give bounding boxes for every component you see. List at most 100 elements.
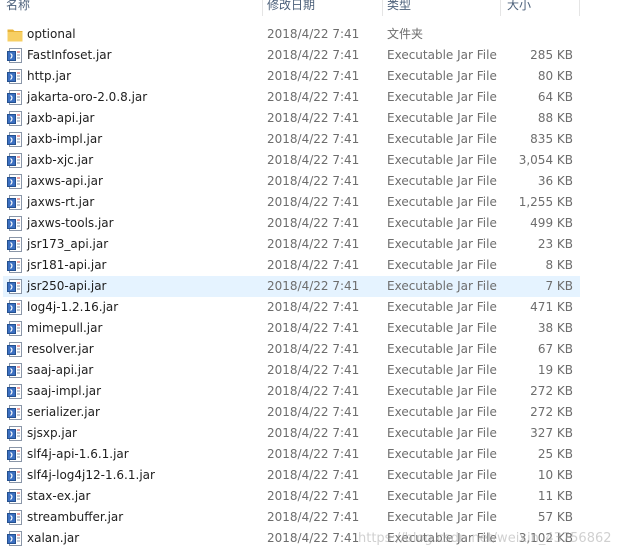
file-type: Executable Jar File — [387, 300, 497, 314]
file-row[interactable]: jsr250-api.jar 2018/4/22 7:41 Executable J… — [0, 276, 629, 297]
file-date-modified: 2018/4/22 7:41 — [267, 195, 360, 209]
file-size: 3,102 KB — [518, 531, 573, 545]
file-row[interactable]: jsr173_api.jar 2018/4/22 7:41 Executable J… — [0, 234, 629, 255]
file-type: Executable Jar File — [387, 132, 497, 146]
folder-icon — [7, 27, 23, 42]
jar-icon — [7, 468, 23, 483]
column-header-size[interactable]: 大小 — [507, 0, 577, 16]
file-date-modified: 2018/4/22 7:41 — [267, 489, 360, 503]
jar-icon — [7, 510, 23, 525]
file-row[interactable]: jaxws-api.jar 2018/4/22 7:41 Executable Ja… — [0, 171, 629, 192]
file-type: Executable Jar File — [387, 69, 497, 83]
file-row[interactable]: FastInfoset.jar 2018/4/22 7:41 Executable … — [0, 45, 629, 66]
jar-icon — [7, 405, 23, 420]
file-date-modified: 2018/4/22 7:41 — [267, 237, 360, 251]
jar-icon — [7, 321, 23, 336]
file-row[interactable]: saaj-api.jar 2018/4/22 7:41 Executable Jar… — [0, 360, 629, 381]
column-header-date[interactable]: 修改日期 — [267, 0, 377, 16]
file-row[interactable]: streambuffer.jar 2018/4/22 7:41 Executable… — [0, 507, 629, 528]
file-name: jsr181-api.jar — [27, 258, 107, 272]
file-type: Executable Jar File — [387, 195, 497, 209]
file-type: Executable Jar File — [387, 48, 497, 62]
file-date-modified: 2018/4/22 7:41 — [267, 69, 360, 83]
file-date-modified: 2018/4/22 7:41 — [267, 468, 360, 482]
file-type: Executable Jar File — [387, 531, 497, 545]
file-date-modified: 2018/4/22 7:41 — [267, 27, 360, 41]
file-name: slf4j-api-1.6.1.jar — [27, 447, 129, 461]
file-name: saaj-api.jar — [27, 363, 94, 377]
file-size: 499 KB — [530, 216, 573, 230]
file-row[interactable]: jaxb-impl.jar 2018/4/22 7:41 Executable Ja… — [0, 129, 629, 150]
file-row[interactable]: jaxws-tools.jar 2018/4/22 7:41 Executable … — [0, 213, 629, 234]
file-type: Executable Jar File — [387, 342, 497, 356]
jar-icon — [7, 90, 23, 105]
file-size: 80 KB — [537, 69, 573, 83]
file-name: sjsxp.jar — [27, 426, 77, 440]
jar-icon — [7, 132, 23, 147]
file-date-modified: 2018/4/22 7:41 — [267, 258, 360, 272]
file-size: 835 KB — [530, 132, 573, 146]
jar-icon — [7, 237, 23, 252]
file-name: streambuffer.jar — [27, 510, 124, 524]
file-size: 1,255 KB — [518, 195, 573, 209]
file-name: http.jar — [27, 69, 72, 83]
file-row[interactable]: jaxws-rt.jar 2018/4/22 7:41 Executable Jar… — [0, 192, 629, 213]
file-size: 57 KB — [537, 510, 573, 524]
file-row[interactable]: jaxb-api.jar 2018/4/22 7:41 Executable Jar… — [0, 108, 629, 129]
file-row[interactable]: jaxb-xjc.jar 2018/4/22 7:41 Executable Jar… — [0, 150, 629, 171]
file-type: Executable Jar File — [387, 111, 497, 125]
file-size: 10 KB — [537, 468, 573, 482]
file-name: resolver.jar — [27, 342, 94, 356]
column-header-name[interactable]: 名称 — [6, 0, 246, 16]
jar-icon — [7, 153, 23, 168]
file-row[interactable]: log4j-1.2.16.jar 2018/4/22 7:41 Executable… — [0, 297, 629, 318]
file-row[interactable]: optional 2018/4/22 7:41 文件夹 — [0, 24, 629, 45]
file-row[interactable]: mimepull.jar 2018/4/22 7:41 Executable Jar… — [0, 318, 629, 339]
file-date-modified: 2018/4/22 7:41 — [267, 153, 360, 167]
file-size: 19 KB — [537, 363, 573, 377]
file-list: optional 2018/4/22 7:41 文件夹 FastInfoset.jar… — [0, 24, 629, 549]
file-date-modified: 2018/4/22 7:41 — [267, 300, 360, 314]
file-row[interactable]: xalan.jar 2018/4/22 7:41 Executable Jar Fi… — [0, 528, 629, 549]
jar-icon — [7, 174, 23, 189]
file-row[interactable]: resolver.jar 2018/4/22 7:41 Executable Jar… — [0, 339, 629, 360]
file-type: Executable Jar File — [387, 174, 497, 188]
file-size: 272 KB — [530, 405, 573, 419]
column-header-bar: 名称 修改日期 类型 大小 — [0, 0, 629, 16]
file-row[interactable]: slf4j-log4j12-1.6.1.jar 2018/4/22 7:41 Exe… — [0, 465, 629, 486]
file-row[interactable]: serializer.jar 2018/4/22 7:41 Executable J… — [0, 402, 629, 423]
file-size: 285 KB — [530, 48, 573, 62]
file-date-modified: 2018/4/22 7:41 — [267, 342, 360, 356]
file-type: Executable Jar File — [387, 216, 497, 230]
jar-icon — [7, 447, 23, 462]
file-row[interactable]: http.jar 2018/4/22 7:41 Executable Jar Fil… — [0, 66, 629, 87]
file-name: jsr173_api.jar — [27, 237, 109, 251]
file-row[interactable]: jsr181-api.jar 2018/4/22 7:41 Executable J… — [0, 255, 629, 276]
file-name: jaxws-rt.jar — [27, 195, 95, 209]
jar-icon — [7, 216, 23, 231]
jar-icon — [7, 384, 23, 399]
file-type: Executable Jar File — [387, 321, 497, 335]
column-divider[interactable] — [579, 0, 580, 16]
file-row[interactable]: slf4j-api-1.6.1.jar 2018/4/22 7:41 Executa… — [0, 444, 629, 465]
file-row[interactable]: sjsxp.jar 2018/4/22 7:41 Executable Jar Fi… — [0, 423, 629, 444]
column-divider[interactable] — [262, 0, 263, 16]
file-row[interactable]: jakarta-oro-2.0.8.jar 2018/4/22 7:41 Execu… — [0, 87, 629, 108]
file-size: 23 KB — [537, 237, 573, 251]
column-divider[interactable] — [382, 0, 383, 16]
jar-icon — [7, 48, 23, 63]
file-row[interactable]: stax-ex.jar 2018/4/22 7:41 Executable Jar … — [0, 486, 629, 507]
file-size: 327 KB — [530, 426, 573, 440]
file-type: Executable Jar File — [387, 90, 497, 104]
column-divider[interactable] — [500, 0, 501, 16]
file-type: Executable Jar File — [387, 279, 497, 293]
file-name: jaxb-api.jar — [27, 111, 95, 125]
jar-icon — [7, 279, 23, 294]
file-size: 88 KB — [537, 111, 573, 125]
file-type: Executable Jar File — [387, 447, 497, 461]
jar-icon — [7, 489, 23, 504]
column-header-type[interactable]: 类型 — [387, 0, 495, 16]
file-size: 64 KB — [537, 90, 573, 104]
file-date-modified: 2018/4/22 7:41 — [267, 111, 360, 125]
file-row[interactable]: saaj-impl.jar 2018/4/22 7:41 Executable Ja… — [0, 381, 629, 402]
